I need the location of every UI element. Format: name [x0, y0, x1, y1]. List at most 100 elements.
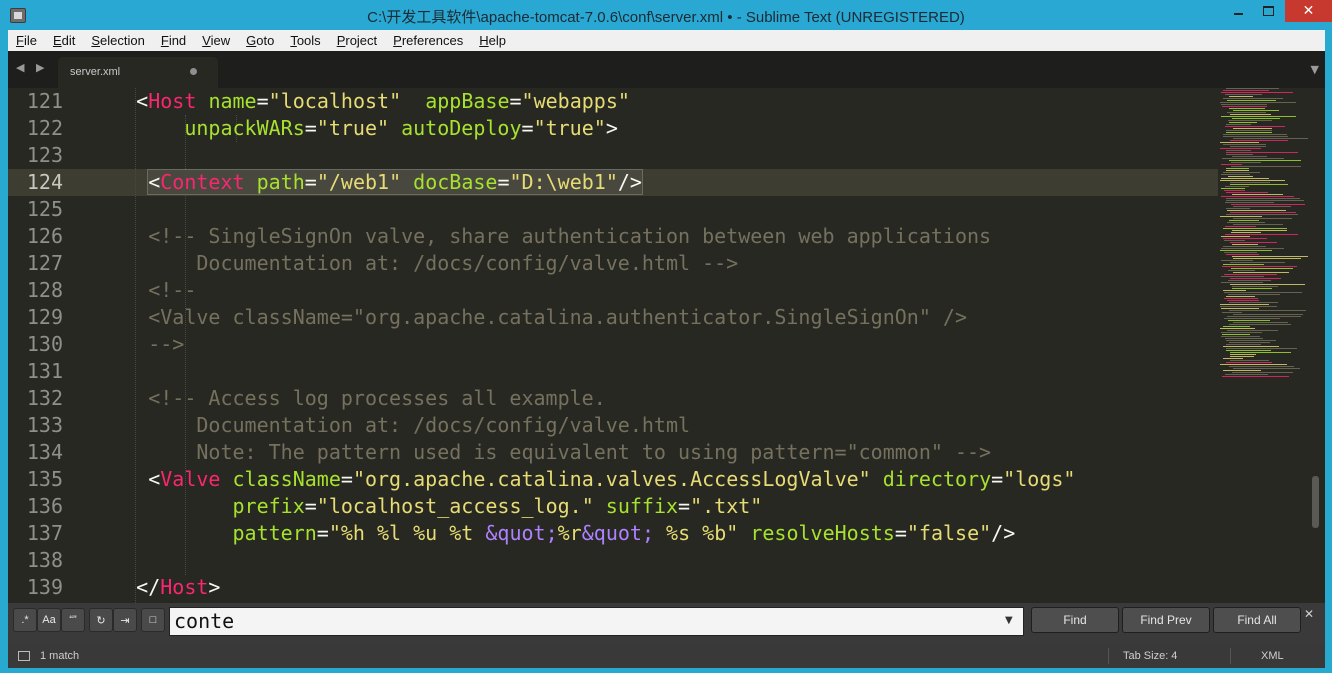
whole-word-toggle[interactable]: “” [61, 608, 85, 632]
in-selection-toggle[interactable]: ⇥ [113, 608, 137, 632]
menu-preferences[interactable]: Preferences [385, 33, 471, 48]
wrap-toggle[interactable]: ↻ [89, 608, 113, 632]
case-sensitive-toggle[interactable]: Aa [37, 608, 61, 632]
minimap-line [1232, 156, 1267, 157]
line-number: 133 [26, 413, 63, 437]
minimap-line [1233, 368, 1300, 369]
minimap-line [1226, 208, 1250, 209]
minimap-line [1228, 120, 1272, 121]
code-editor[interactable]: 121 122 123 124 125 126 127 128 129 130 131 132 133 1… [8, 88, 1325, 603]
code-line[interactable]: <Host name="localhost" appBase="webapps" [88, 88, 630, 115]
minimap-line [1223, 246, 1266, 247]
minimap-line [1221, 178, 1269, 179]
menu-selection[interactable]: Selection [83, 33, 152, 48]
maximize-button[interactable] [1254, 0, 1282, 22]
menu-file[interactable]: File [8, 33, 45, 48]
code-line[interactable]: </Host> [88, 574, 220, 601]
find-input[interactable]: conte [169, 607, 1024, 636]
unsaved-dot-icon[interactable] [190, 68, 197, 75]
tab-list-dropdown[interactable]: ▼ [1311, 63, 1319, 76]
menu-bar: File Edit Selection Find View Goto Tools Projec… [8, 30, 1325, 51]
minimap-line [1224, 298, 1258, 299]
menu-goto[interactable]: Goto [238, 33, 282, 48]
code-line[interactable]: pattern="%h %l %u %t &quot;%r&quot; %s %… [88, 520, 1016, 547]
minimap-line [1226, 348, 1297, 349]
code-line[interactable]: unpackWARs="true" autoDeploy="true"> [88, 115, 618, 142]
find-panel: .* Aa “” ↻ ⇥ □ conte ▼ Find Find Prev Fi… [8, 603, 1325, 645]
panel-toggle-icon[interactable] [18, 651, 30, 661]
minimap-line [1220, 306, 1277, 307]
minimap-line [1233, 322, 1288, 323]
close-find-panel-icon[interactable]: ✕ [1304, 607, 1314, 621]
minimap[interactable] [1220, 88, 1312, 388]
menu-help[interactable]: Help [471, 33, 514, 48]
line-number: 138 [26, 548, 63, 572]
minimap-line [1227, 112, 1266, 113]
minimap-line [1230, 242, 1277, 243]
code-line[interactable]: --> [88, 331, 184, 358]
menu-project[interactable]: Project [329, 33, 385, 48]
minimap-line [1230, 114, 1271, 115]
tab-size-indicator[interactable]: Tab Size: 4 [1123, 650, 1177, 662]
highlight-matches-toggle[interactable]: □ [141, 608, 165, 632]
minimap-line [1222, 312, 1242, 313]
minimap-line [1225, 338, 1263, 339]
menu-find[interactable]: Find [153, 33, 194, 48]
minimap-line [1226, 170, 1249, 171]
code-line[interactable]: <!-- Access log processes all example. [88, 385, 606, 412]
title-bar[interactable]: C:\开发工具软件\apache-tomcat-7.0.6\conf\serve… [0, 0, 1332, 30]
minimize-button[interactable] [1224, 0, 1252, 22]
syntax-indicator[interactable]: XML [1261, 650, 1284, 662]
minimap-line [1223, 90, 1269, 91]
close-window-button[interactable]: ✕ [1285, 0, 1332, 22]
tab-server-xml[interactable]: server.xml [58, 57, 218, 88]
line-number: 124 [26, 170, 63, 194]
minimap-line [1221, 276, 1264, 277]
minimap-line [1229, 324, 1291, 325]
minimap-line [1221, 164, 1242, 165]
code-line[interactable]: Documentation at: /docs/config/valve.htm… [88, 250, 738, 277]
minimap-line [1229, 342, 1270, 343]
code-line[interactable]: Note: The pattern used is equivalent to … [88, 439, 991, 466]
minimap-line [1220, 328, 1255, 329]
minimap-line [1226, 88, 1279, 89]
code-line[interactable]: <Valve className="org.apache.catalina.va… [88, 466, 1075, 493]
minimap-line [1230, 146, 1266, 147]
minimap-line [1223, 98, 1283, 99]
minimap-line [1224, 252, 1257, 253]
minimap-line [1223, 264, 1264, 265]
regex-toggle[interactable]: .* [13, 608, 37, 632]
minimap-line [1231, 204, 1305, 205]
code-line[interactable]: <Valve className="org.apache.catalina.au… [88, 304, 967, 331]
minimap-line [1221, 188, 1245, 189]
menu-tools[interactable]: Tools [282, 33, 328, 48]
minimap-line [1229, 160, 1301, 161]
minimap-line [1225, 374, 1268, 375]
minimap-line [1223, 228, 1287, 229]
find-history-dropdown[interactable]: ▼ [1005, 615, 1013, 626]
minimap-line [1230, 356, 1254, 357]
vertical-scrollbar[interactable] [1312, 476, 1319, 528]
line-number: 128 [26, 278, 63, 302]
minimap-line [1226, 198, 1300, 199]
status-bar: 1 match Tab Size: 4 XML [8, 645, 1325, 668]
find-button[interactable]: Find [1031, 607, 1119, 633]
code-line[interactable]: <!-- [88, 277, 196, 304]
find-all-button[interactable]: Find All [1213, 607, 1301, 633]
code-line[interactable]: Documentation at: /docs/config/valve.htm… [88, 412, 690, 439]
tab-nav-arrows[interactable]: ◀ ▶ [16, 61, 48, 74]
line-number: 123 [26, 143, 63, 167]
minimap-line [1233, 110, 1279, 111]
minimap-line [1228, 176, 1253, 177]
code-line[interactable]: <!-- SingleSignOn valve, share authentic… [88, 223, 991, 250]
code-line[interactable]: <Context path="/web1" docBase="D:\web1"/… [88, 169, 643, 196]
minimap-line [1228, 270, 1255, 271]
line-number: 121 [26, 89, 63, 113]
code-line[interactable]: prefix="localhost_access_log." suffix=".… [88, 493, 763, 520]
menu-edit[interactable]: Edit [45, 33, 83, 48]
minimap-line [1223, 290, 1246, 291]
find-prev-button[interactable]: Find Prev [1122, 607, 1210, 633]
menu-view[interactable]: View [194, 33, 238, 48]
minimap-line [1226, 154, 1253, 155]
minimap-line [1230, 184, 1288, 185]
